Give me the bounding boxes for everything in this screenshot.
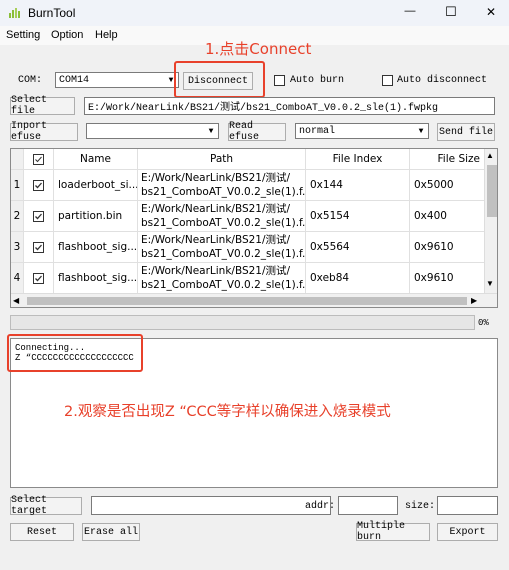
- annotation-step2: 2.观察是否出现Z “CCC等字样以确保进入烧录模式: [64, 404, 391, 420]
- path-line-2: bs21_ComboAT_V0.0.2_sle(1).f...: [141, 217, 306, 229]
- row-path[interactable]: E:/Work/NearLink/BS21/测试/bs21_ComboAT_V0…: [138, 263, 306, 294]
- menu-help[interactable]: Help: [95, 29, 118, 41]
- header-rownum: [11, 149, 24, 170]
- file-table: Name Path File Index File Size 1 loaderbo…: [10, 148, 498, 308]
- reset-button[interactable]: Reset: [10, 523, 74, 541]
- progress-bar: [10, 315, 475, 330]
- export-button[interactable]: Export: [437, 523, 498, 541]
- size-label: size:: [405, 501, 436, 512]
- menu-option[interactable]: Option: [51, 29, 83, 41]
- mode-select[interactable]: normal ▼: [295, 123, 429, 139]
- scroll-left-icon[interactable]: ◀: [13, 296, 19, 305]
- app-icon: [9, 7, 21, 18]
- header-name[interactable]: Name: [54, 149, 138, 170]
- row-name[interactable]: flashboot_sig...: [54, 232, 138, 263]
- header-check[interactable]: [24, 149, 54, 170]
- import-efuse-button[interactable]: Inport efuse: [10, 121, 78, 143]
- mode-value: normal: [299, 125, 336, 137]
- addr-label-visible: addr:: [305, 501, 336, 512]
- minimize-icon[interactable]: —: [395, 5, 425, 17]
- select-file-button[interactable]: Select file: [10, 95, 75, 117]
- checkbox-icon: [33, 153, 44, 165]
- horizontal-scrollbar[interactable]: ◀ ▶: [11, 293, 497, 307]
- send-file-button[interactable]: Send file: [437, 123, 495, 141]
- checkbox-icon: [33, 179, 44, 191]
- path-line-1: E:/Work/NearLink/BS21/测试/: [141, 234, 291, 246]
- scroll-thumb[interactable]: [487, 165, 497, 217]
- row-file-index[interactable]: 0x5564: [306, 232, 410, 263]
- scroll-down-icon[interactable]: ▼: [486, 279, 494, 288]
- window-title: BurnTool: [28, 6, 76, 20]
- row-file-index[interactable]: 0x144: [306, 170, 410, 201]
- row-number: 2: [11, 201, 24, 232]
- scroll-right-icon[interactable]: ▶: [471, 296, 477, 305]
- efuse-select[interactable]: ▼: [86, 123, 219, 139]
- multiple-burn-button[interactable]: Multiple burn: [356, 521, 430, 543]
- log-highlight: [7, 334, 143, 372]
- annotation-step1: 1.点击Connect: [205, 40, 312, 58]
- chevron-down-icon: ▼: [208, 126, 214, 136]
- path-line-1: E:/Work/NearLink/BS21/测试/: [141, 265, 291, 277]
- addr-input[interactable]: [338, 496, 398, 515]
- maximize-icon[interactable]: ☐: [436, 4, 466, 20]
- row-number: 1: [11, 170, 24, 201]
- row-number: 4: [11, 263, 24, 294]
- auto-disconnect-label: Auto disconnect: [397, 75, 488, 86]
- row-name[interactable]: partition.bin: [54, 201, 138, 232]
- menu-setting[interactable]: Setting: [6, 29, 40, 41]
- size-input[interactable]: [437, 496, 498, 515]
- row-file-size[interactable]: 0x9610: [410, 232, 485, 263]
- vertical-scrollbar[interactable]: ▲ ▼: [484, 149, 497, 293]
- checkbox-icon: [33, 241, 44, 253]
- row-checkbox[interactable]: [24, 263, 54, 294]
- row-checkbox[interactable]: [24, 201, 54, 232]
- file-path-input[interactable]: E:/Work/NearLink/BS21/测试/bs21_ComboAT_V0…: [84, 97, 495, 115]
- path-line-2: bs21_ComboAT_V0.0.2_sle(1).f...: [141, 186, 306, 198]
- scroll-hthumb[interactable]: [27, 297, 467, 305]
- row-file-index[interactable]: 0xeb84: [306, 263, 410, 294]
- chevron-down-icon: ▼: [418, 126, 424, 136]
- header-file-size[interactable]: File Size: [410, 149, 485, 170]
- row-name[interactable]: flashboot_sig...: [54, 263, 138, 294]
- header-path[interactable]: Path: [138, 149, 306, 170]
- path-line-2: bs21_ComboAT_V0.0.2_sle(1).f...: [141, 248, 306, 260]
- row-file-index[interactable]: 0x5154: [306, 201, 410, 232]
- auto-burn-checkbox[interactable]: [274, 75, 285, 86]
- row-file-size[interactable]: 0x5000: [410, 170, 485, 201]
- row-number: 3: [11, 232, 24, 263]
- auto-disconnect-checkbox[interactable]: [382, 75, 393, 86]
- row-path[interactable]: E:/Work/NearLink/BS21/测试/bs21_ComboAT_V0…: [138, 201, 306, 232]
- erase-all-button[interactable]: Erase all: [82, 523, 140, 541]
- row-path[interactable]: E:/Work/NearLink/BS21/测试/bs21_ComboAT_V0…: [138, 232, 306, 263]
- connect-button[interactable]: Disconnect: [183, 72, 253, 90]
- row-checkbox[interactable]: [24, 232, 54, 263]
- path-line-1: E:/Work/NearLink/BS21/测试/: [141, 172, 291, 184]
- target-input[interactable]: [91, 496, 331, 515]
- read-efuse-button[interactable]: Read efuse: [228, 121, 286, 143]
- row-file-size[interactable]: 0x400: [410, 201, 485, 232]
- row-file-size[interactable]: 0x9610: [410, 263, 485, 294]
- header-file-index[interactable]: File Index: [306, 149, 410, 170]
- com-value: COM14: [59, 74, 90, 86]
- com-label: COM:: [18, 75, 43, 86]
- close-icon[interactable]: ✕: [477, 5, 505, 19]
- progress-percent: 0%: [478, 318, 489, 328]
- select-target-button[interactable]: Select target: [10, 495, 82, 517]
- checkbox-icon: [33, 210, 44, 222]
- path-line-2: bs21_ComboAT_V0.0.2_sle(1).f...: [141, 279, 306, 291]
- scroll-up-icon[interactable]: ▲: [486, 151, 494, 160]
- checkbox-icon: [33, 272, 44, 284]
- com-select[interactable]: COM14 ▼: [55, 72, 179, 88]
- auto-burn-label: Auto burn: [290, 75, 345, 86]
- title-bar: BurnTool — ☐ ✕: [0, 0, 509, 26]
- row-path[interactable]: E:/Work/NearLink/BS21/测试/bs21_ComboAT_V0…: [138, 170, 306, 201]
- row-name[interactable]: loaderboot_si...: [54, 170, 138, 201]
- row-checkbox[interactable]: [24, 170, 54, 201]
- path-line-1: E:/Work/NearLink/BS21/测试/: [141, 203, 291, 215]
